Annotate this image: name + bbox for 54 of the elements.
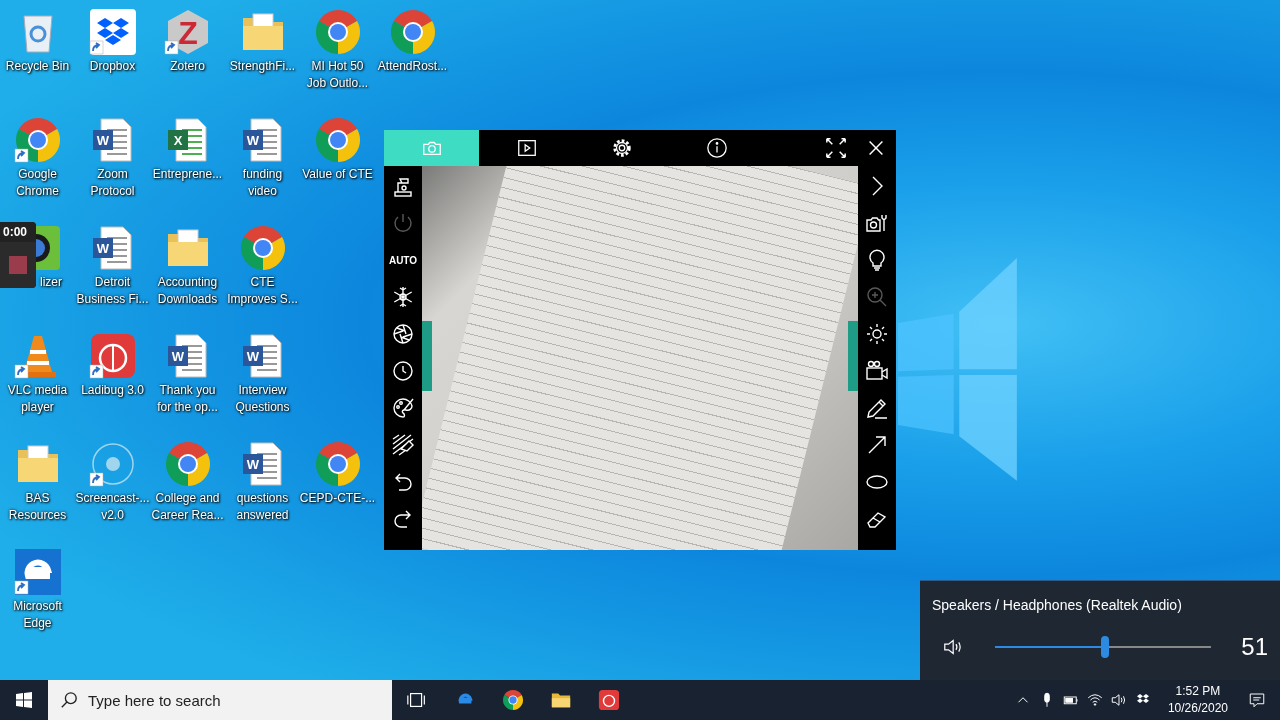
icon-label[interactable]: lizer [40,274,75,291]
icon-label[interactable]: Zoom Protocol [90,166,135,200]
auto-button[interactable]: AUTO [388,248,418,272]
icon-label[interactable]: Zotero [170,58,205,75]
side-handle[interactable] [422,321,432,391]
icon-label[interactable]: Dropbox [89,58,136,75]
video-camera-icon[interactable] [865,359,889,383]
icon-label[interactable]: Microsoft Edge [13,598,62,632]
icon-label[interactable]: Screencast-... v2.0 [75,490,150,524]
search-field[interactable]: Type here to search [48,680,392,720]
clock-time[interactable]: 1:52 PM [1175,683,1221,700]
slider-thumb[interactable] [1101,636,1110,658]
icon-label[interactable]: AttendRost... [377,58,448,75]
icon-label[interactable]: Google Chrome [16,166,59,200]
search-icon [60,691,78,709]
palette-icon[interactable] [391,396,415,420]
icon-label[interactable]: BAS Resources [8,490,67,524]
device-name: Speakers / Headphones (Realtek Audio) [932,597,1183,613]
icon-label[interactable]: Recycle Bin [5,58,70,75]
ladibug-icon[interactable] [598,689,620,711]
expand-icon [825,137,847,159]
icon-label[interactable]: VLC media player [7,382,68,416]
volume-value: 51 [1241,633,1268,661]
clock-icon[interactable] [391,359,415,383]
ladybug-icon[interactable] [88,332,137,380]
icon-label[interactable]: Ladibug 3.0 [81,382,144,399]
icon-label[interactable]: questions answered [236,490,289,524]
aperture-icon[interactable] [391,322,415,346]
icon-label[interactable]: Detroit Business Fi... [76,274,149,308]
sun-icon[interactable] [865,322,889,346]
clock-date[interactable]: 10/26/2020 [1167,700,1228,717]
icon-label[interactable]: Entreprene... [152,166,223,183]
icon-label[interactable]: Thank you for the op... [157,382,218,416]
icon-label[interactable]: MI Hot 50 Job Outlo... [306,58,369,92]
play-icon [515,137,538,159]
icon-label[interactable]: College and Career Rea... [151,490,224,524]
chrome-icon[interactable] [502,689,524,711]
windows-icon [16,692,32,708]
icon-label[interactable]: Accounting Downloads [157,274,218,308]
snowflake-icon[interactable] [391,285,415,309]
eraser-hatch-icon[interactable] [391,433,415,457]
settings-icon [610,137,633,159]
icon-label[interactable]: Interview Questions [235,382,290,416]
speaker-icon[interactable] [1109,691,1128,709]
icon-label[interactable]: Value of CTE [302,166,373,183]
icon-label[interactable]: StrengthFi... [229,58,296,75]
wifi-icon[interactable] [1085,691,1104,709]
icon-label[interactable]: funding video [242,166,283,200]
info-icon [705,137,728,159]
pen-icon[interactable] [865,396,889,420]
side-handle[interactable] [848,321,858,391]
icon-label[interactable]: CEPD-CTE-... [299,490,376,507]
icon-label[interactable]: CTE Improves S... [227,274,298,308]
notifications-icon[interactable] [1248,691,1266,709]
